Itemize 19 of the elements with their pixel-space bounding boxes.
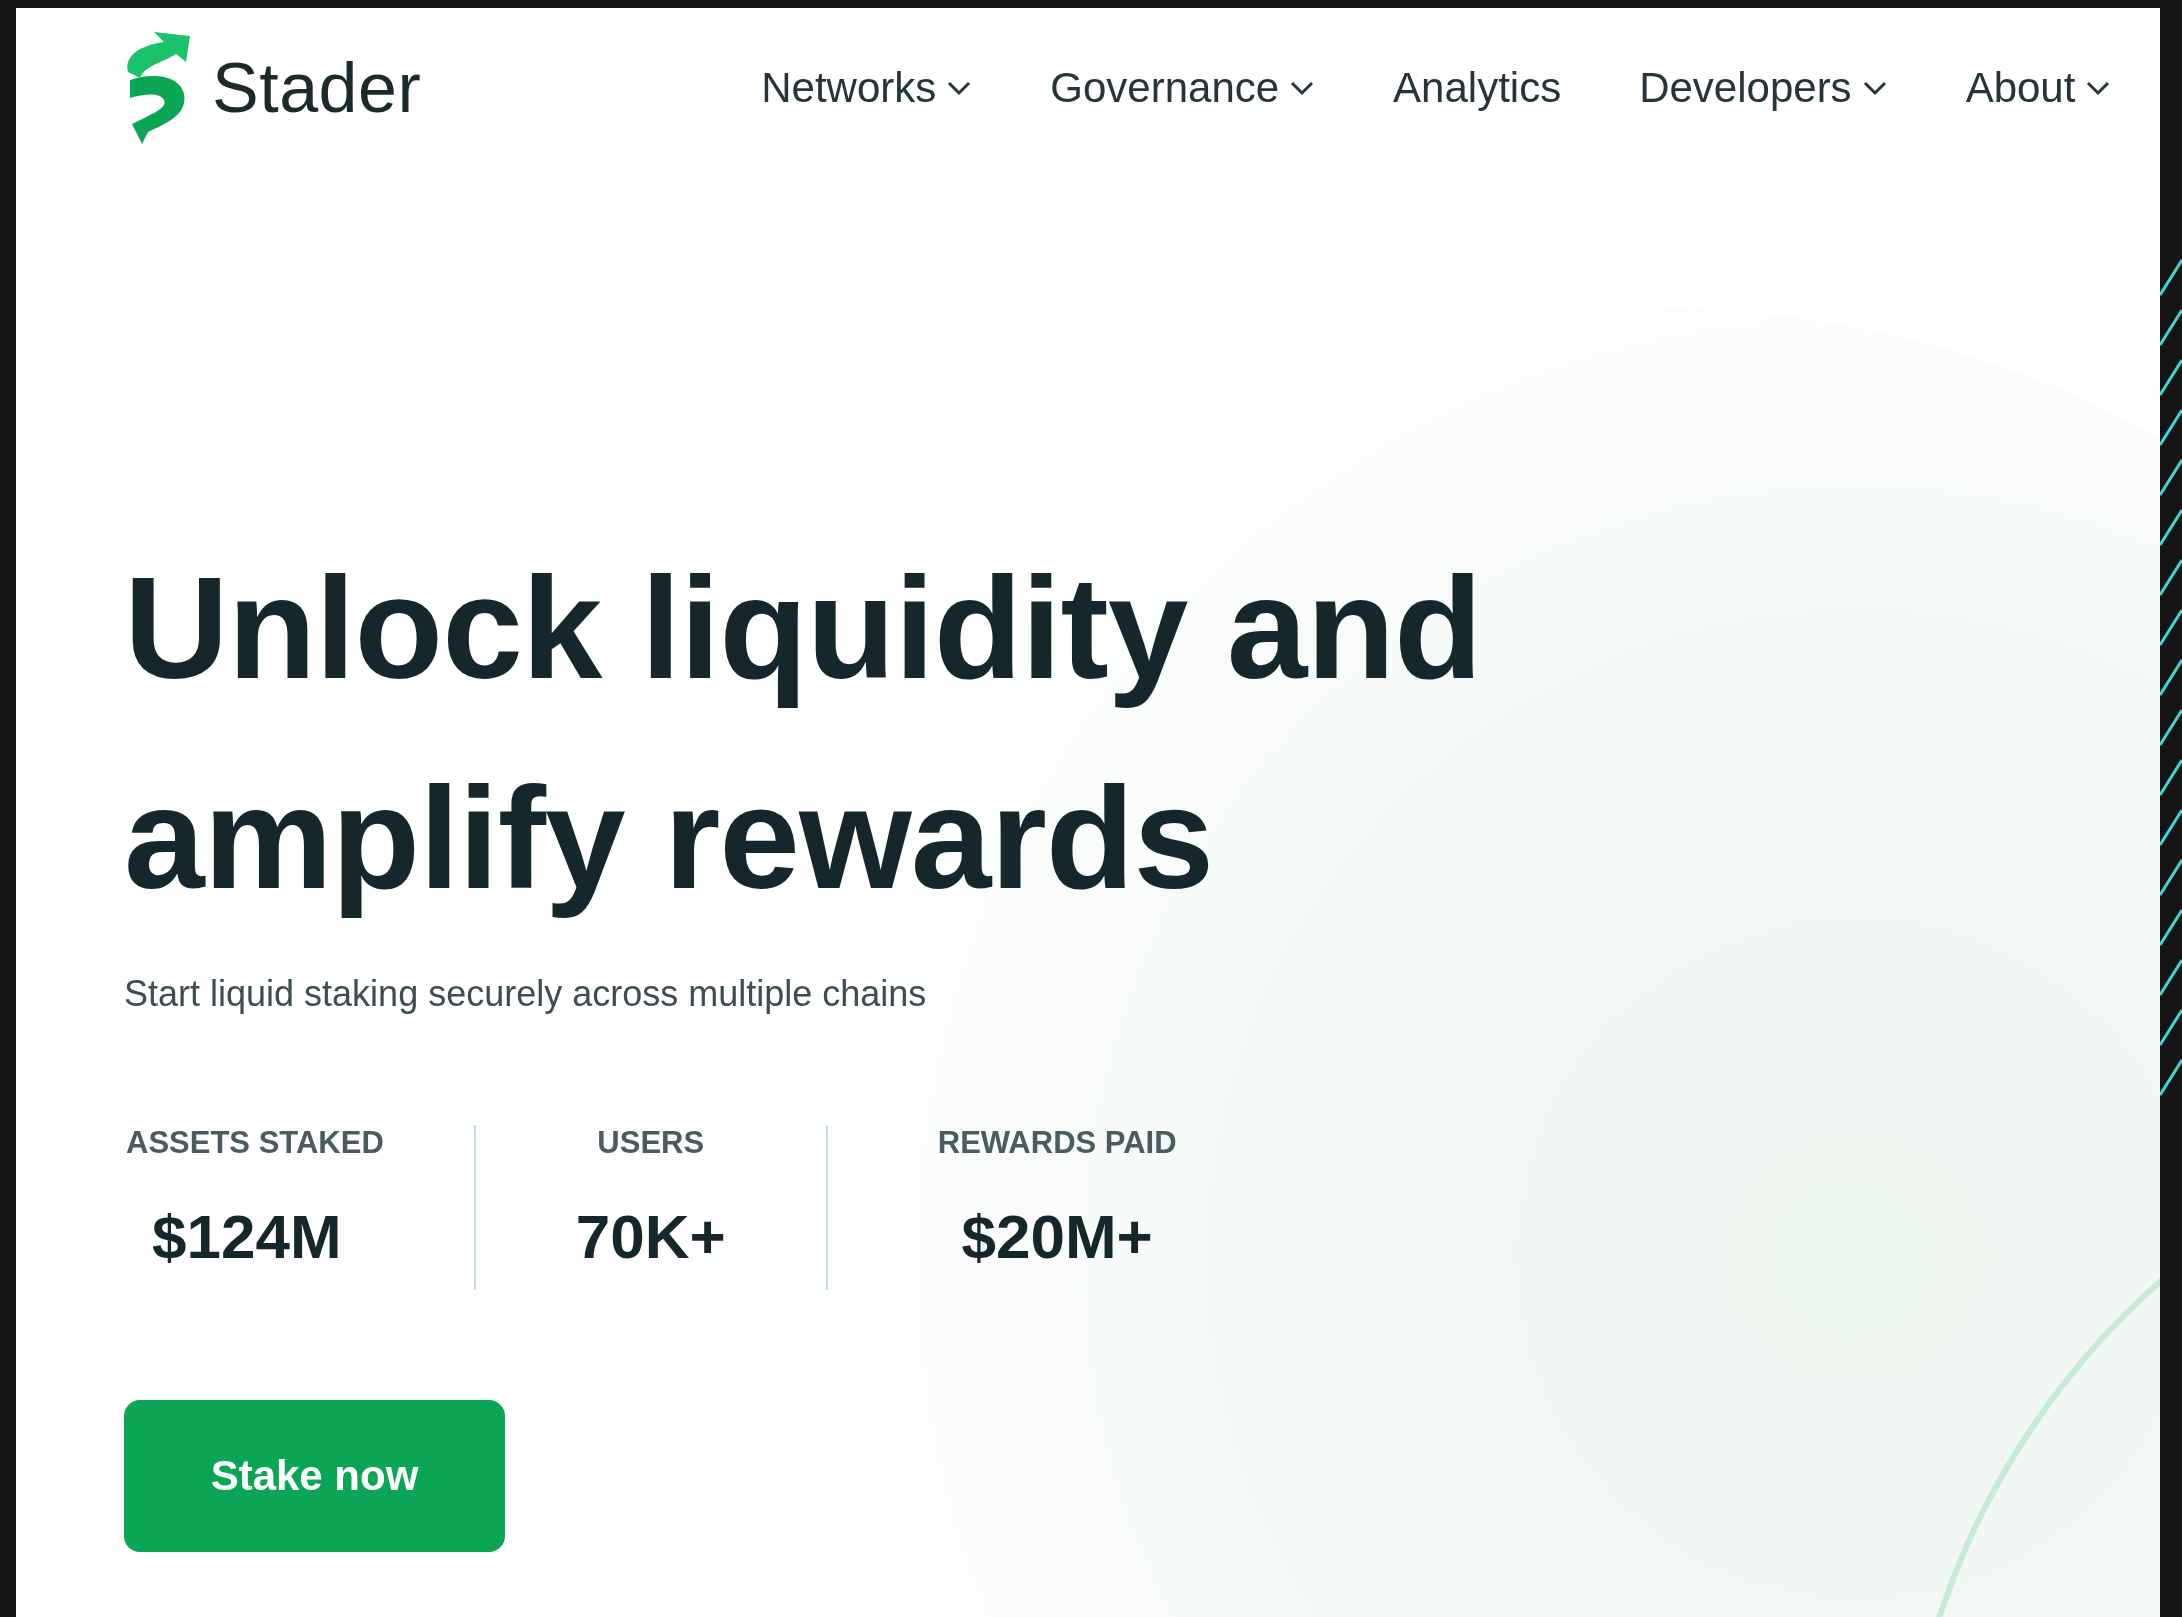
stat-label: USERS xyxy=(597,1125,705,1161)
hero-subtitle: Start liquid staking securely across multiple chains xyxy=(124,973,928,1015)
stat-label: REWARDS PAID xyxy=(937,1125,1177,1161)
nav-link[interactable]: About xyxy=(1965,64,2112,112)
nav-link[interactable]: Developers xyxy=(1639,64,1888,112)
stat-value: 70K+ xyxy=(575,1201,726,1272)
brand-name[interactable]: Stader xyxy=(212,48,422,128)
chevron-down-icon xyxy=(946,80,973,96)
stat-value: $20M+ xyxy=(961,1201,1153,1272)
chevron-down-icon xyxy=(1289,80,1316,96)
chevron-down-icon xyxy=(2085,80,2112,96)
chevron-down-icon xyxy=(1861,80,1888,96)
stat-label: ASSETS STAKED xyxy=(126,1125,384,1161)
logo-icon[interactable] xyxy=(124,32,190,144)
nav-link[interactable]: Governance xyxy=(1050,64,1316,112)
stat-value: $124M xyxy=(151,1201,342,1272)
hero-headline: Unlock liquidity and amplify rewards xyxy=(124,546,1483,921)
nav-link[interactable]: Analytics xyxy=(1393,64,1562,112)
nav-link[interactable]: Networks xyxy=(761,64,973,112)
